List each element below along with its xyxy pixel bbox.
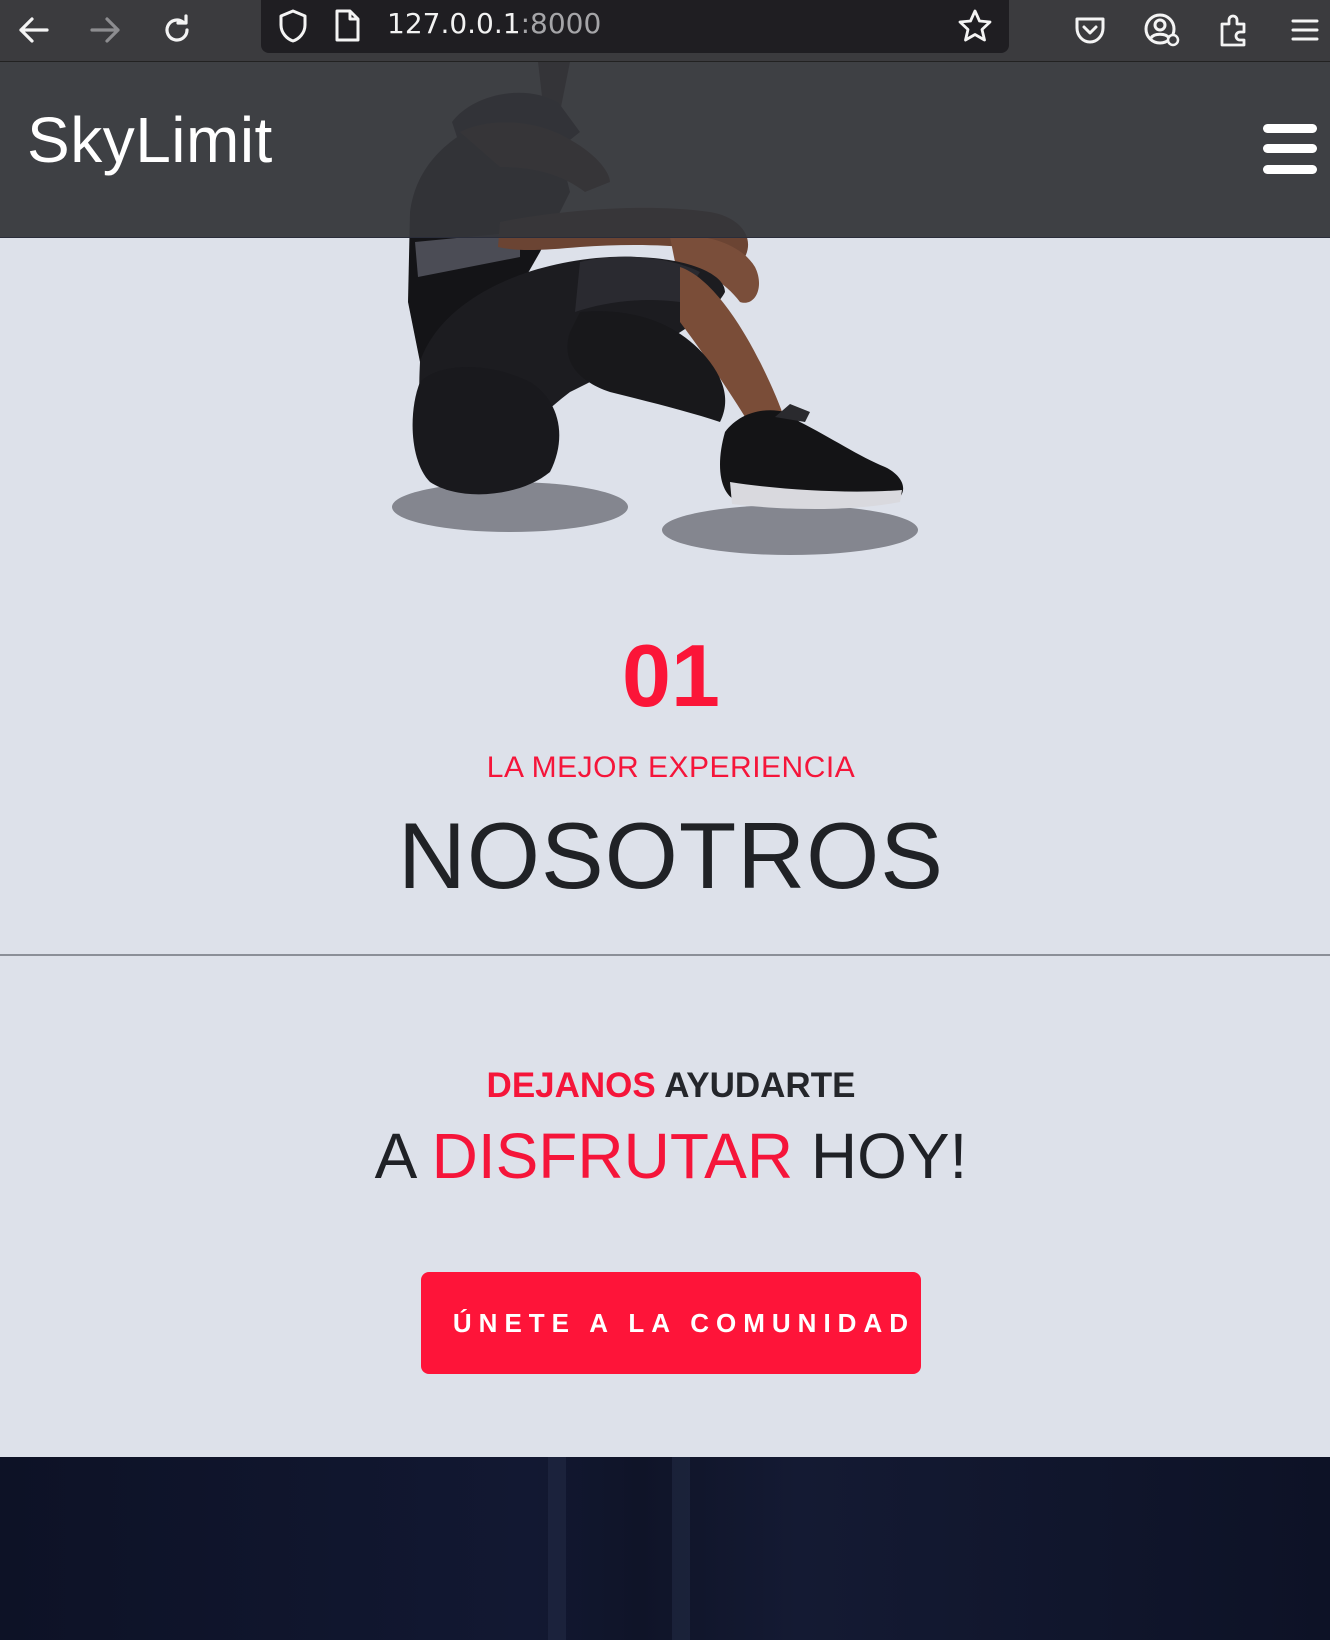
reload-button[interactable]: [155, 8, 199, 52]
forward-button[interactable]: [83, 8, 127, 52]
cta-heading-highlight: DISFRUTAR: [431, 1120, 794, 1192]
account-icon: [1144, 13, 1180, 47]
shield-icon[interactable]: [277, 8, 309, 44]
url-text[interactable]: 127.0.0.1:8000: [387, 6, 601, 42]
app-menu-icon: [1291, 19, 1319, 41]
cta-heading-suffix: HOY!: [793, 1120, 968, 1192]
extensions-icon: [1220, 14, 1246, 47]
url-port: :8000: [520, 7, 602, 40]
section-title: NOSOTROS: [398, 803, 944, 908]
back-button[interactable]: [12, 8, 56, 52]
section-divider: [0, 954, 1330, 956]
footer-background: [0, 1457, 1330, 1640]
url-host: 127.0.0.1: [387, 7, 521, 40]
hamburger-menu-icon[interactable]: [1263, 124, 1317, 174]
site-header: SkyLimit: [0, 62, 1330, 238]
join-community-button[interactable]: ÚNETE A LA COMUNIDAD: [421, 1272, 921, 1374]
back-arrow-icon: [19, 17, 49, 43]
cta-subheading-text: AYUDARTE: [655, 1066, 856, 1105]
section-eyebrow: LA MEJOR EXPERIENCIA: [486, 751, 856, 784]
cta-subheading-highlight: DEJANOS: [486, 1066, 656, 1105]
cta-heading-prefix: A: [374, 1120, 432, 1192]
url-bar[interactable]: 127.0.0.1:8000: [261, 0, 1009, 53]
section-number: 01: [622, 626, 720, 725]
forward-arrow-icon: [90, 17, 120, 43]
cta-heading: A DISFRUTAR HOY!: [0, 1118, 1330, 1194]
page-icon: [335, 9, 360, 42]
browser-toolbar: 127.0.0.1:8000: [0, 0, 1330, 62]
extensions-button[interactable]: [1212, 8, 1256, 52]
bookmark-star-icon[interactable]: [957, 8, 993, 44]
cta-subheading: DEJANOS AYUDARTE: [0, 1064, 1330, 1108]
app-menu-button[interactable]: [1283, 8, 1327, 52]
pocket-button[interactable]: [1068, 8, 1112, 52]
pocket-icon: [1075, 17, 1105, 44]
account-button[interactable]: [1140, 8, 1184, 52]
brand-logo[interactable]: SkyLimit: [27, 102, 273, 178]
reload-icon: [165, 14, 189, 42]
